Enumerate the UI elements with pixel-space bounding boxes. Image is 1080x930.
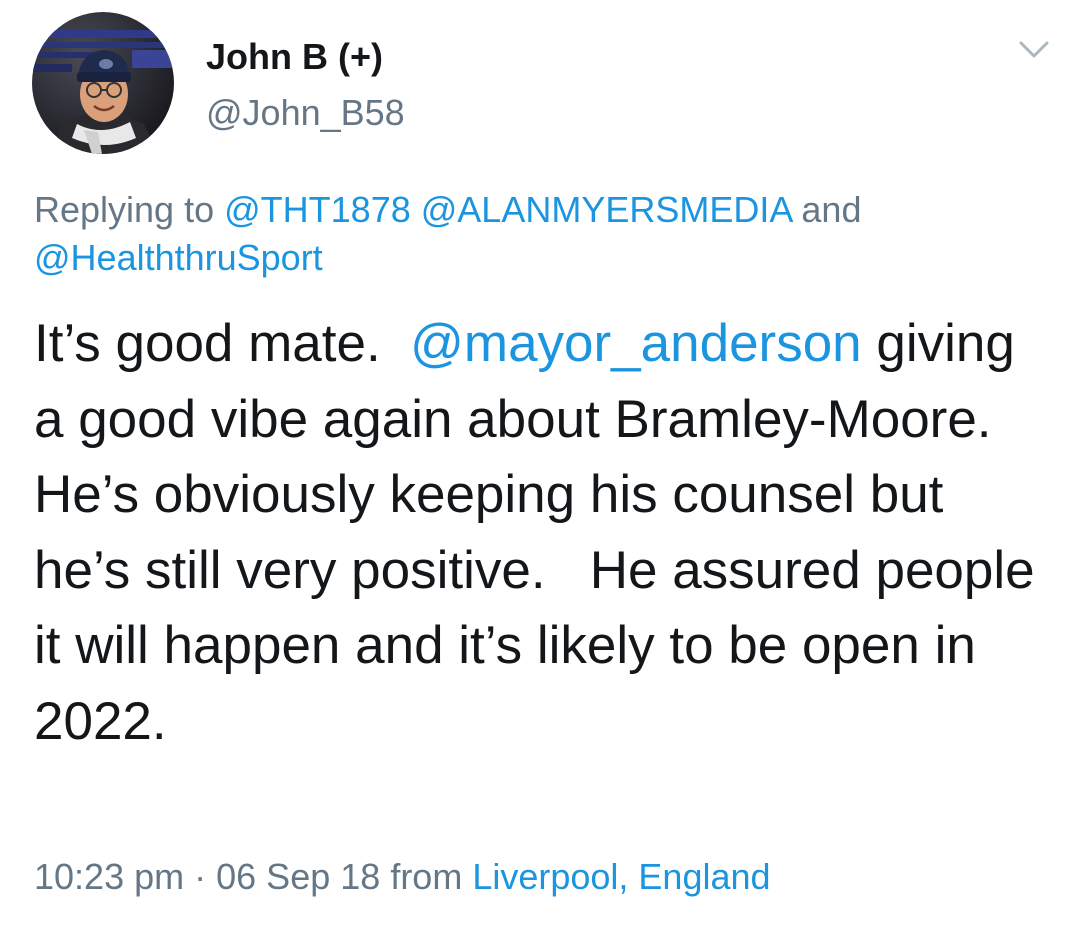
meta-from-label: from: [390, 856, 463, 897]
mention-link[interactable]: @mayor_anderson: [410, 314, 862, 373]
tweet-time[interactable]: 10:23 pm: [34, 856, 184, 897]
tweet-meta: 10:23 pm · 06 Sep 18 from Liverpool, Eng…: [34, 856, 771, 898]
chevron-down-icon: [1019, 41, 1049, 58]
tweet-text-part: It’s good mate.: [34, 314, 411, 373]
meta-separator: ·: [194, 856, 207, 897]
profile-photo: [32, 12, 174, 154]
avatar[interactable]: [32, 12, 174, 154]
tweet: John B (+) @John_B58 Replying to @THT187…: [0, 0, 1080, 930]
tweet-menu-button[interactable]: [1014, 34, 1054, 64]
mention-link[interactable]: @ALANMYERSMEDIA: [421, 189, 792, 230]
tweet-text: It’s good mate. @mayor_anderson giving a…: [34, 306, 1044, 759]
tweet-text-part: giving a good vibe again about Bramley-M…: [34, 314, 1050, 751]
author-display-name[interactable]: John B (+): [206, 36, 383, 78]
tweet-location-link[interactable]: Liverpool, England: [472, 856, 770, 897]
replying-to-conjunction: and: [801, 189, 862, 230]
mention-link[interactable]: @THT1878: [224, 189, 411, 230]
mention-link[interactable]: @HealththruSport: [34, 237, 323, 278]
replying-to: Replying to @THT1878 @ALANMYERSMEDIA and…: [34, 186, 1034, 282]
author-handle[interactable]: @John_B58: [206, 92, 405, 134]
replying-to-label: Replying to: [34, 189, 215, 230]
tweet-date[interactable]: 06 Sep 18: [216, 856, 380, 897]
